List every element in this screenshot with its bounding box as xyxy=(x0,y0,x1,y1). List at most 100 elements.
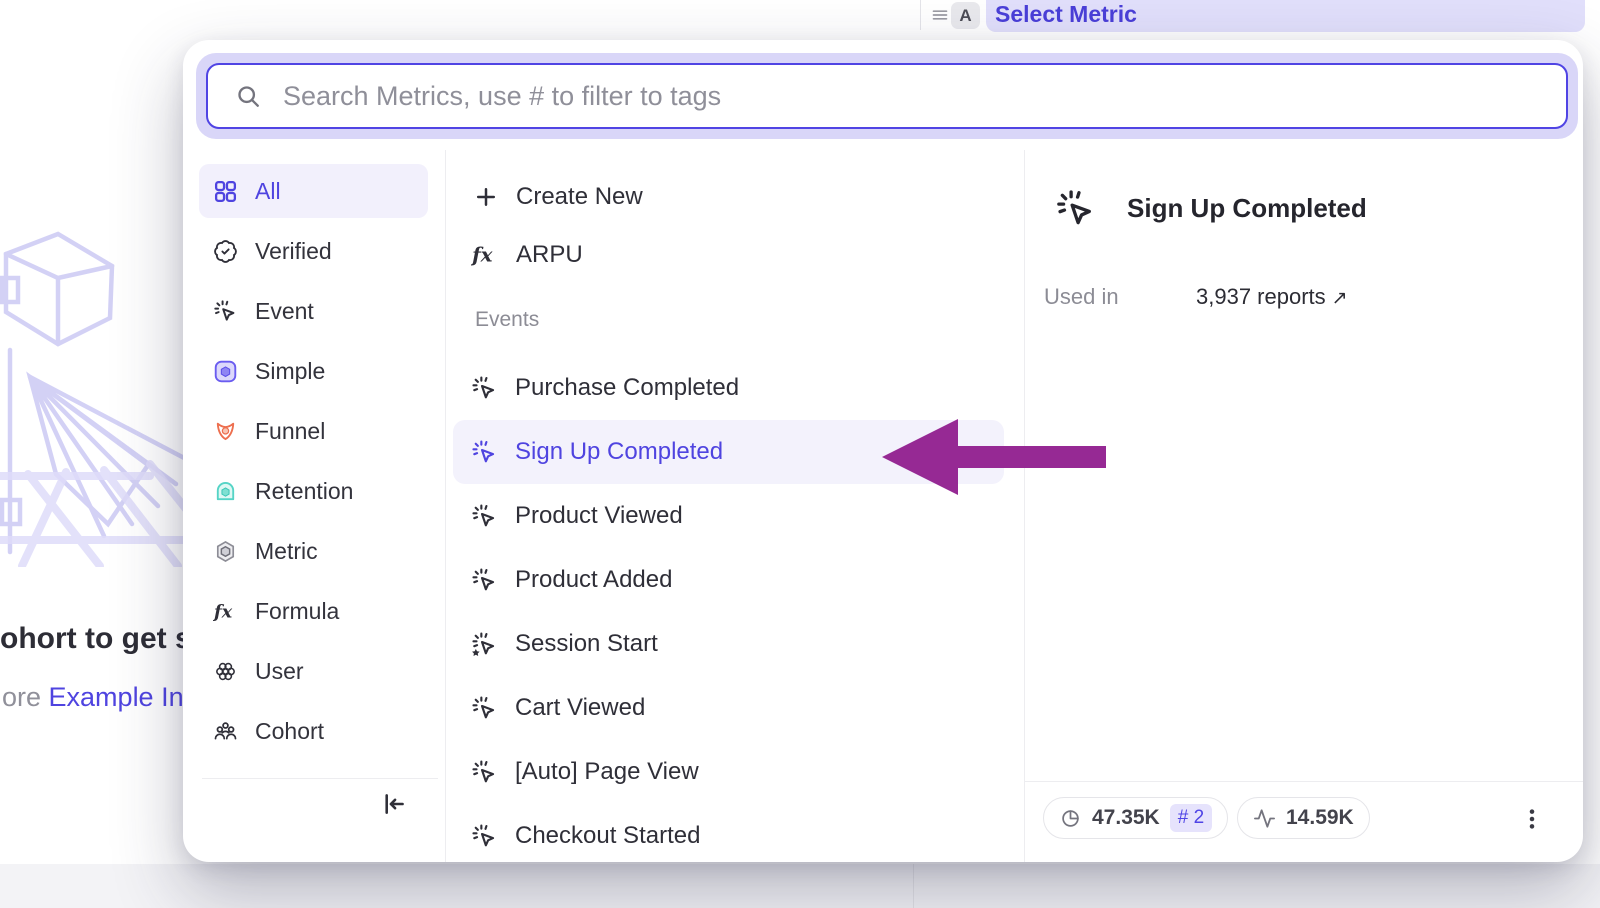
metric-icon xyxy=(213,539,238,564)
sidebar-item-verified[interactable]: Verified xyxy=(199,224,428,278)
example-insights-link[interactable]: Example Ins xyxy=(49,682,184,712)
event-item[interactable]: [Auto] Page View xyxy=(453,740,1004,804)
pulse-icon xyxy=(1253,807,1276,830)
sidebar-item-label: All xyxy=(255,178,281,205)
used-in-label: Used in xyxy=(1044,284,1119,310)
background-teaser: ohort to get st ore Example Ins xyxy=(0,612,184,732)
teaser-subtext-prefix: ore xyxy=(2,682,49,712)
kebab-menu-icon xyxy=(1519,806,1545,832)
stat-value: 47.35K xyxy=(1092,806,1160,830)
sidebar-item-label: Funnel xyxy=(255,418,325,445)
more-options-button[interactable] xyxy=(1519,806,1547,834)
detail-title: Sign Up Completed xyxy=(1127,193,1367,224)
event-cursor-icon xyxy=(471,567,498,594)
events-section-header: Events xyxy=(453,284,1004,356)
event-item-label: Cart Viewed xyxy=(515,694,645,722)
sidebar-footer-divider xyxy=(202,778,438,779)
stat-pill-breakdown[interactable]: 47.35K # 2 xyxy=(1043,797,1228,839)
sidebar-item-label: Retention xyxy=(255,478,353,505)
event-cursor-icon xyxy=(1055,188,1097,230)
select-metric-trigger[interactable]: Select Metric xyxy=(986,0,1585,32)
external-link-icon: ↗ xyxy=(1332,288,1348,309)
event-cursor-icon xyxy=(471,695,498,722)
event-cursor-icon xyxy=(471,375,498,402)
drag-handle-icon[interactable] xyxy=(928,3,952,27)
list-item-arpu[interactable]: ARPU xyxy=(453,226,1004,284)
metric-row-letter-badge[interactable]: A xyxy=(951,2,980,29)
plus-icon xyxy=(473,184,499,210)
panel-divider xyxy=(920,0,921,30)
search-field xyxy=(206,63,1568,129)
pie-chart-icon xyxy=(1059,807,1082,830)
event-cursor-icon xyxy=(471,503,498,530)
event-item-label: Product Viewed xyxy=(515,502,683,530)
sidebar-item-retention[interactable]: Retention xyxy=(199,464,428,518)
event-item-label: Checkout Started xyxy=(515,822,700,850)
event-cursor-icon xyxy=(471,439,498,466)
event-cursor-icon xyxy=(213,299,238,324)
sidebar-item-simple[interactable]: Simple xyxy=(199,344,428,398)
sidebar-item-user[interactable]: User xyxy=(199,644,428,698)
metric-list: Create New ARPU Events Purchase Complete… xyxy=(453,168,1004,862)
funnel-icon xyxy=(213,419,238,444)
sidebar-item-label: Simple xyxy=(255,358,325,385)
sidebar-item-cohort[interactable]: Cohort xyxy=(199,704,428,758)
teaser-heading: ohort to get st xyxy=(0,622,184,656)
event-cursor-star-icon xyxy=(471,631,498,658)
formula-fx-icon xyxy=(213,599,238,624)
collapse-left-icon xyxy=(379,790,407,818)
sidebar-item-label: Metric xyxy=(255,538,318,565)
sidebar-item-label: Verified xyxy=(255,238,332,265)
search-icon xyxy=(235,83,262,110)
cohort-people-icon xyxy=(213,719,238,744)
collapse-sidebar-button[interactable] xyxy=(379,790,411,822)
rank-chip: # 2 xyxy=(1170,804,1212,832)
metric-row-letter: A xyxy=(959,6,971,26)
sidebar-item-label: Event xyxy=(255,298,314,325)
teaser-subtext: ore Example Ins xyxy=(2,682,184,713)
background-illustration xyxy=(0,222,190,567)
screen: A Select Metric ohort to get st ore Exam… xyxy=(0,0,1600,908)
verified-badge-icon xyxy=(213,239,238,264)
page-backdrop xyxy=(0,864,1600,908)
event-cursor-icon xyxy=(471,823,498,850)
event-item[interactable]: Checkout Started xyxy=(453,804,1004,862)
event-item-label: Purchase Completed xyxy=(515,374,739,402)
list-item-label: ARPU xyxy=(516,241,583,269)
detail-footer-divider xyxy=(1024,781,1583,782)
sidebar-item-funnel[interactable]: Funnel xyxy=(199,404,428,458)
event-item-label: Sign Up Completed xyxy=(515,438,723,466)
sidebar-item-all[interactable]: All xyxy=(199,164,428,218)
event-item[interactable]: Product Added xyxy=(453,548,1004,612)
retention-icon xyxy=(213,479,238,504)
sidebar-item-event[interactable]: Event xyxy=(199,284,428,338)
formula-fx-icon xyxy=(471,241,499,269)
event-cursor-icon xyxy=(471,759,498,786)
panel-divider xyxy=(913,864,914,908)
event-item-label: Product Added xyxy=(515,566,672,594)
sidebar-item-label: Formula xyxy=(255,598,339,625)
create-new-label: Create New xyxy=(516,183,643,211)
stat-value: 14.59K xyxy=(1286,806,1354,830)
stat-pill-activity[interactable]: 14.59K xyxy=(1237,797,1370,839)
event-item[interactable]: Session Start xyxy=(453,612,1004,676)
filter-sidebar: All Verified Event Simple Funnel Retenti… xyxy=(199,164,428,764)
sidebar-divider xyxy=(445,150,446,862)
select-metric-label: Select Metric xyxy=(995,1,1137,28)
sidebar-item-formula[interactable]: Formula xyxy=(199,584,428,638)
user-cluster-icon xyxy=(213,659,238,684)
simple-icon xyxy=(213,359,238,384)
search-focus-ring xyxy=(196,53,1578,139)
annotation-arrow-icon xyxy=(870,403,1110,508)
event-item-label: [Auto] Page View xyxy=(515,758,699,786)
used-in-value: 3,937 reports xyxy=(1196,284,1326,309)
sidebar-item-label: User xyxy=(255,658,304,685)
grid-icon xyxy=(213,179,238,204)
sidebar-item-label: Cohort xyxy=(255,718,324,745)
event-item[interactable]: Cart Viewed xyxy=(453,676,1004,740)
sidebar-item-metric[interactable]: Metric xyxy=(199,524,428,578)
used-in-reports-link[interactable]: 3,937 reports ↗ xyxy=(1196,284,1348,310)
event-item-label: Session Start xyxy=(515,630,658,658)
create-new-button[interactable]: Create New xyxy=(453,168,1004,226)
search-input[interactable] xyxy=(283,65,1566,127)
